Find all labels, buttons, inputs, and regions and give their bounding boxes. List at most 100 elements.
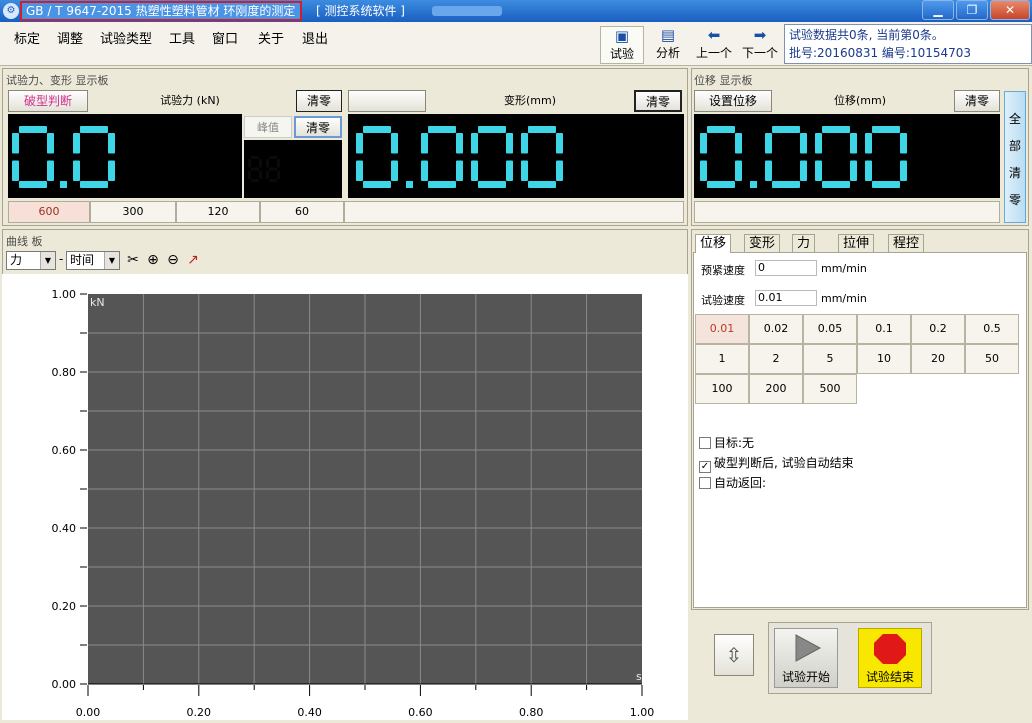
range-blank xyxy=(344,201,684,223)
preload-speed-input[interactable]: 0 xyxy=(755,260,817,276)
close-button[interactable]: ✕ xyxy=(990,0,1030,20)
y-axis-select[interactable]: 力 ▼ xyxy=(6,251,56,270)
y-axis-value: 力 xyxy=(10,253,23,267)
speed-button[interactable]: 0.01 xyxy=(695,314,749,344)
minimize-button[interactable]: ▁ xyxy=(922,0,954,20)
speed-button[interactable]: 20 xyxy=(911,344,965,374)
lcd-segment xyxy=(707,181,735,188)
test-speed-label: 试验速度 xyxy=(701,294,745,307)
speed-button[interactable]: 0.5 xyxy=(965,314,1019,344)
speed-button[interactable]: 2 xyxy=(749,344,803,374)
range-60[interactable]: 60 xyxy=(260,201,344,223)
speed-button[interactable]: 0.1 xyxy=(857,314,911,344)
zoom-in-icon[interactable]: ⊕ xyxy=(144,251,162,269)
checkbox-box xyxy=(699,477,711,489)
next-tool-label: 下一个 xyxy=(741,46,778,60)
test-stop-label: 试验结束 xyxy=(865,670,914,684)
lcd-segment xyxy=(822,126,850,133)
speed-button[interactable]: 10 xyxy=(857,344,911,374)
tab-deform[interactable]: 变形 xyxy=(744,234,781,253)
test-tool[interactable]: ▣ 试验 xyxy=(600,26,644,64)
lcd-segment xyxy=(269,167,277,171)
break-judge-button[interactable]: 破型判断 xyxy=(8,90,88,112)
y-unit-label: kN xyxy=(90,296,105,309)
speed-button[interactable]: 500 xyxy=(803,374,857,404)
title-bar: ⚙ GB / T 9647-2015 热塑性塑料管材 环刚度的测定 [ 测控系统… xyxy=(0,0,1032,22)
deform-blank-button[interactable] xyxy=(348,90,426,112)
lcd-segment xyxy=(456,160,463,181)
y-tick-label: 0.00 xyxy=(52,678,77,691)
speed-button[interactable]: 0.02 xyxy=(749,314,803,344)
menu-window[interactable]: 窗口 xyxy=(212,28,238,47)
test-speed-input[interactable]: 0.01 xyxy=(755,290,817,306)
lcd-segment xyxy=(478,181,506,188)
lcd-segment xyxy=(528,181,556,188)
lcd-segment xyxy=(506,160,513,181)
range-300[interactable]: 300 xyxy=(90,201,176,223)
clear-all-button[interactable]: 全 部 清 零 xyxy=(1004,91,1026,223)
force-clear-button[interactable]: 清零 xyxy=(296,90,342,112)
disp-blank-row xyxy=(694,201,1000,223)
lcd-segment xyxy=(850,133,857,154)
tab-program[interactable]: 程控 xyxy=(888,234,925,253)
force-time-chart: 0.00 0.20 0.40 0.60 0.80 1.00 0.00 0.20 0.40 0.60… xyxy=(52,288,655,719)
speed-button[interactable]: 50 xyxy=(965,344,1019,374)
lcd-segment xyxy=(12,133,19,154)
lcd-segment xyxy=(19,126,47,133)
next-tool[interactable]: ➡ 下一个 xyxy=(738,26,782,64)
y-tick-label: 0.40 xyxy=(52,522,77,535)
menu-exit[interactable]: 退出 xyxy=(302,28,328,47)
speed-button[interactable]: 200 xyxy=(749,374,803,404)
test-start-button[interactable]: 试验开始 xyxy=(774,628,838,688)
auto-scale-icon[interactable]: ↗ xyxy=(184,251,202,269)
test-stop-button[interactable]: 试验结束 xyxy=(858,628,922,688)
speed-button[interactable]: 5 xyxy=(803,344,857,374)
menu-adjust[interactable]: 调整 xyxy=(57,28,83,47)
tools-icon[interactable]: ✂ xyxy=(124,251,142,269)
tab-tensile[interactable]: 拉伸 xyxy=(838,234,875,253)
range-120[interactable]: 120 xyxy=(176,201,260,223)
deform-clear-button[interactable]: 清零 xyxy=(634,90,682,112)
auto-return-checkbox[interactable]: 自动返回: xyxy=(699,476,766,490)
speed-button[interactable]: 0.2 xyxy=(911,314,965,344)
tab-force[interactable]: 力 xyxy=(792,234,816,253)
peak-clear-button[interactable]: 清零 xyxy=(294,116,342,138)
speed-button[interactable]: 1 xyxy=(695,344,749,374)
peak-display xyxy=(244,140,342,198)
clear-all-char-1: 全 xyxy=(1008,112,1021,126)
menu-test-type[interactable]: 试验类型 xyxy=(100,28,152,47)
test-start-label: 试验开始 xyxy=(781,670,830,684)
range-600[interactable]: 600 xyxy=(8,201,90,223)
lcd-segment xyxy=(421,133,428,154)
analysis-tool[interactable]: ▤ 分析 xyxy=(646,26,690,64)
tab-displacement[interactable]: 位移 xyxy=(695,234,732,253)
lcd-segment xyxy=(269,179,277,182)
maximize-button[interactable]: ❐ xyxy=(956,0,988,20)
speed-button[interactable]: 100 xyxy=(695,374,749,404)
move-up-down-button[interactable]: ⇳ xyxy=(714,634,754,676)
lcd-segment xyxy=(506,133,513,154)
x-axis-value: 时间 xyxy=(70,253,95,267)
x-axis-select[interactable]: 时间 ▼ xyxy=(66,251,120,270)
force-label: 试验力 (kN) xyxy=(160,94,220,107)
zoom-out-icon[interactable]: ⊖ xyxy=(164,251,182,269)
displacement-clear-button[interactable]: 清零 xyxy=(954,90,1000,112)
lcd-segment xyxy=(815,133,822,154)
menu-tools[interactable]: 工具 xyxy=(169,28,195,47)
lcd-segment xyxy=(12,160,19,181)
speed-button[interactable]: 0.05 xyxy=(803,314,857,344)
lcd-segment xyxy=(815,160,822,181)
lcd-segment xyxy=(872,181,900,188)
lcd-segment xyxy=(73,160,80,181)
auto-end-checkbox[interactable]: ✓ 破型判断后, 试验自动结束 xyxy=(699,456,854,473)
menu-calibrate[interactable]: 标定 xyxy=(14,28,40,47)
menu-about[interactable]: 关于 xyxy=(258,28,284,47)
prev-tool[interactable]: ⬅ 上一个 xyxy=(692,26,736,64)
x-tick-label: 1.00 xyxy=(630,706,655,719)
deform-display xyxy=(348,114,684,198)
lcd-segment xyxy=(707,126,735,133)
set-displacement-button[interactable]: 设置位移 xyxy=(694,90,772,112)
lcd-segment xyxy=(872,126,900,133)
lcd-segment xyxy=(521,160,528,181)
target-checkbox[interactable]: 目标:无 xyxy=(699,436,754,450)
